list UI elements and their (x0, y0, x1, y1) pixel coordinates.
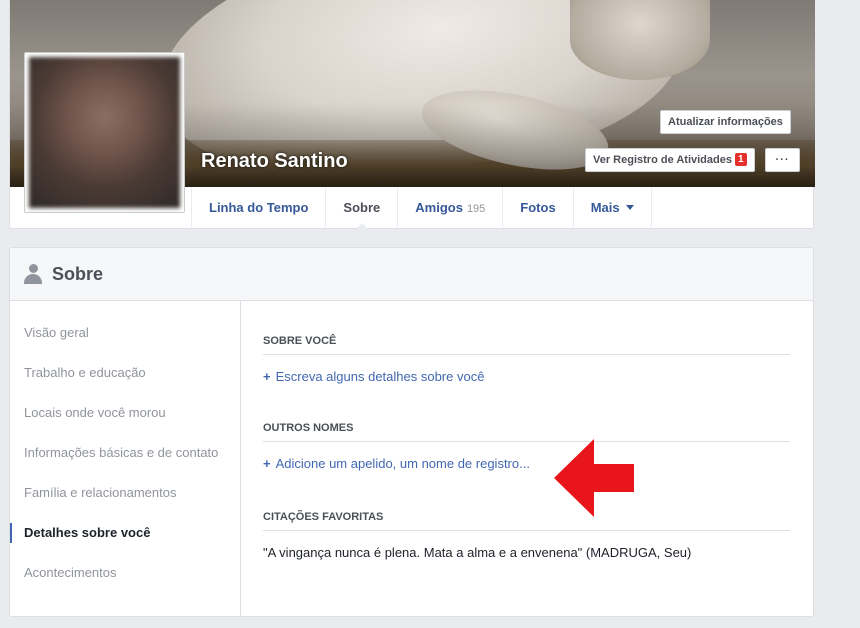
nav-item-overview[interactable]: Visão geral (10, 323, 240, 363)
update-info-button[interactable]: Atualizar informações (660, 110, 791, 134)
activity-log-label: Ver Registro de Atividades (593, 154, 732, 166)
plus-icon: + (263, 369, 271, 384)
tab-about[interactable]: Sobre (326, 187, 399, 230)
add-about-you-label: Escreva alguns detalhes sobre você (275, 369, 485, 384)
profile-name[interactable]: Renato Santino (201, 150, 348, 173)
nav-item-family[interactable]: Família e relacionamentos (10, 483, 240, 523)
avatar[interactable] (24, 52, 185, 213)
profile-tabs: Linha do Tempo Sobre Amigos 195 Fotos Mai… (191, 187, 652, 230)
tab-more-label: Mais (590, 200, 620, 215)
favorite-quote-text: "A vingança nunca é plena. Mata a alma e… (263, 545, 692, 560)
profile-header: Renato Santino Atualizar informações Ver… (9, 0, 815, 230)
tab-photos[interactable]: Fotos (503, 187, 574, 229)
section-favorite-quotes: Citações favoritas "A vingança nunca é p… (263, 511, 790, 560)
avatar-image (29, 57, 180, 208)
activity-log-button[interactable]: Ver Registro de Atividades 1 (585, 148, 755, 172)
nav-item-places-lived[interactable]: Locais onde você morou (10, 403, 240, 443)
tab-friends[interactable]: Amigos 195 (398, 187, 504, 229)
add-other-name-label: Adicione um apelido, um nome de registro… (275, 456, 530, 471)
more-options-button[interactable]: ··· (765, 148, 800, 172)
section-title-about-you: Sobre você (263, 335, 790, 355)
section-about-you: Sobre você + Escreva alguns detalhes sobr… (263, 335, 790, 384)
about-content: Sobre você + Escreva alguns detalhes sobr… (241, 301, 813, 617)
tab-friends-label: Amigos (415, 200, 463, 215)
plus-icon: + (263, 456, 271, 471)
red-arrow-icon (554, 439, 634, 517)
activity-badge: 1 (734, 153, 747, 166)
nav-item-work-education[interactable]: Trabalho e educação (10, 363, 240, 403)
add-other-name-link[interactable]: + Adicione um apelido, um nome de registr… (263, 456, 790, 471)
about-title[interactable]: Sobre (52, 264, 103, 285)
about-header: Sobre (10, 248, 813, 301)
friends-count: 195 (466, 203, 486, 215)
about-card: Sobre Visão geral Trabalho e educação Lo… (9, 247, 814, 617)
tab-timeline[interactable]: Linha do Tempo (192, 187, 327, 229)
about-side-nav: Visão geral Trabalho e educação Locais o… (10, 301, 241, 617)
tab-timeline-label: Linha do Tempo (209, 200, 309, 215)
nav-item-life-events[interactable]: Acontecimentos (10, 563, 240, 603)
person-icon (24, 264, 42, 284)
section-title-quotes: Citações favoritas (263, 511, 790, 531)
chevron-down-icon (625, 205, 634, 210)
tab-about-label: Sobre (343, 200, 381, 215)
about-body: Visão geral Trabalho e educação Locais o… (10, 301, 813, 617)
nav-item-details[interactable]: Detalhes sobre você (10, 523, 240, 563)
tab-photos-label: Fotos (520, 200, 556, 215)
section-title-other-names: Outros nomes (263, 422, 790, 442)
section-other-names: Outros nomes + Adicione um apelido, um no… (263, 422, 790, 471)
add-about-you-link[interactable]: + Escreva alguns detalhes sobre você (263, 369, 790, 384)
tab-more[interactable]: Mais (574, 187, 652, 229)
nav-item-contact-info[interactable]: Informações básicas e de contato (10, 443, 240, 483)
